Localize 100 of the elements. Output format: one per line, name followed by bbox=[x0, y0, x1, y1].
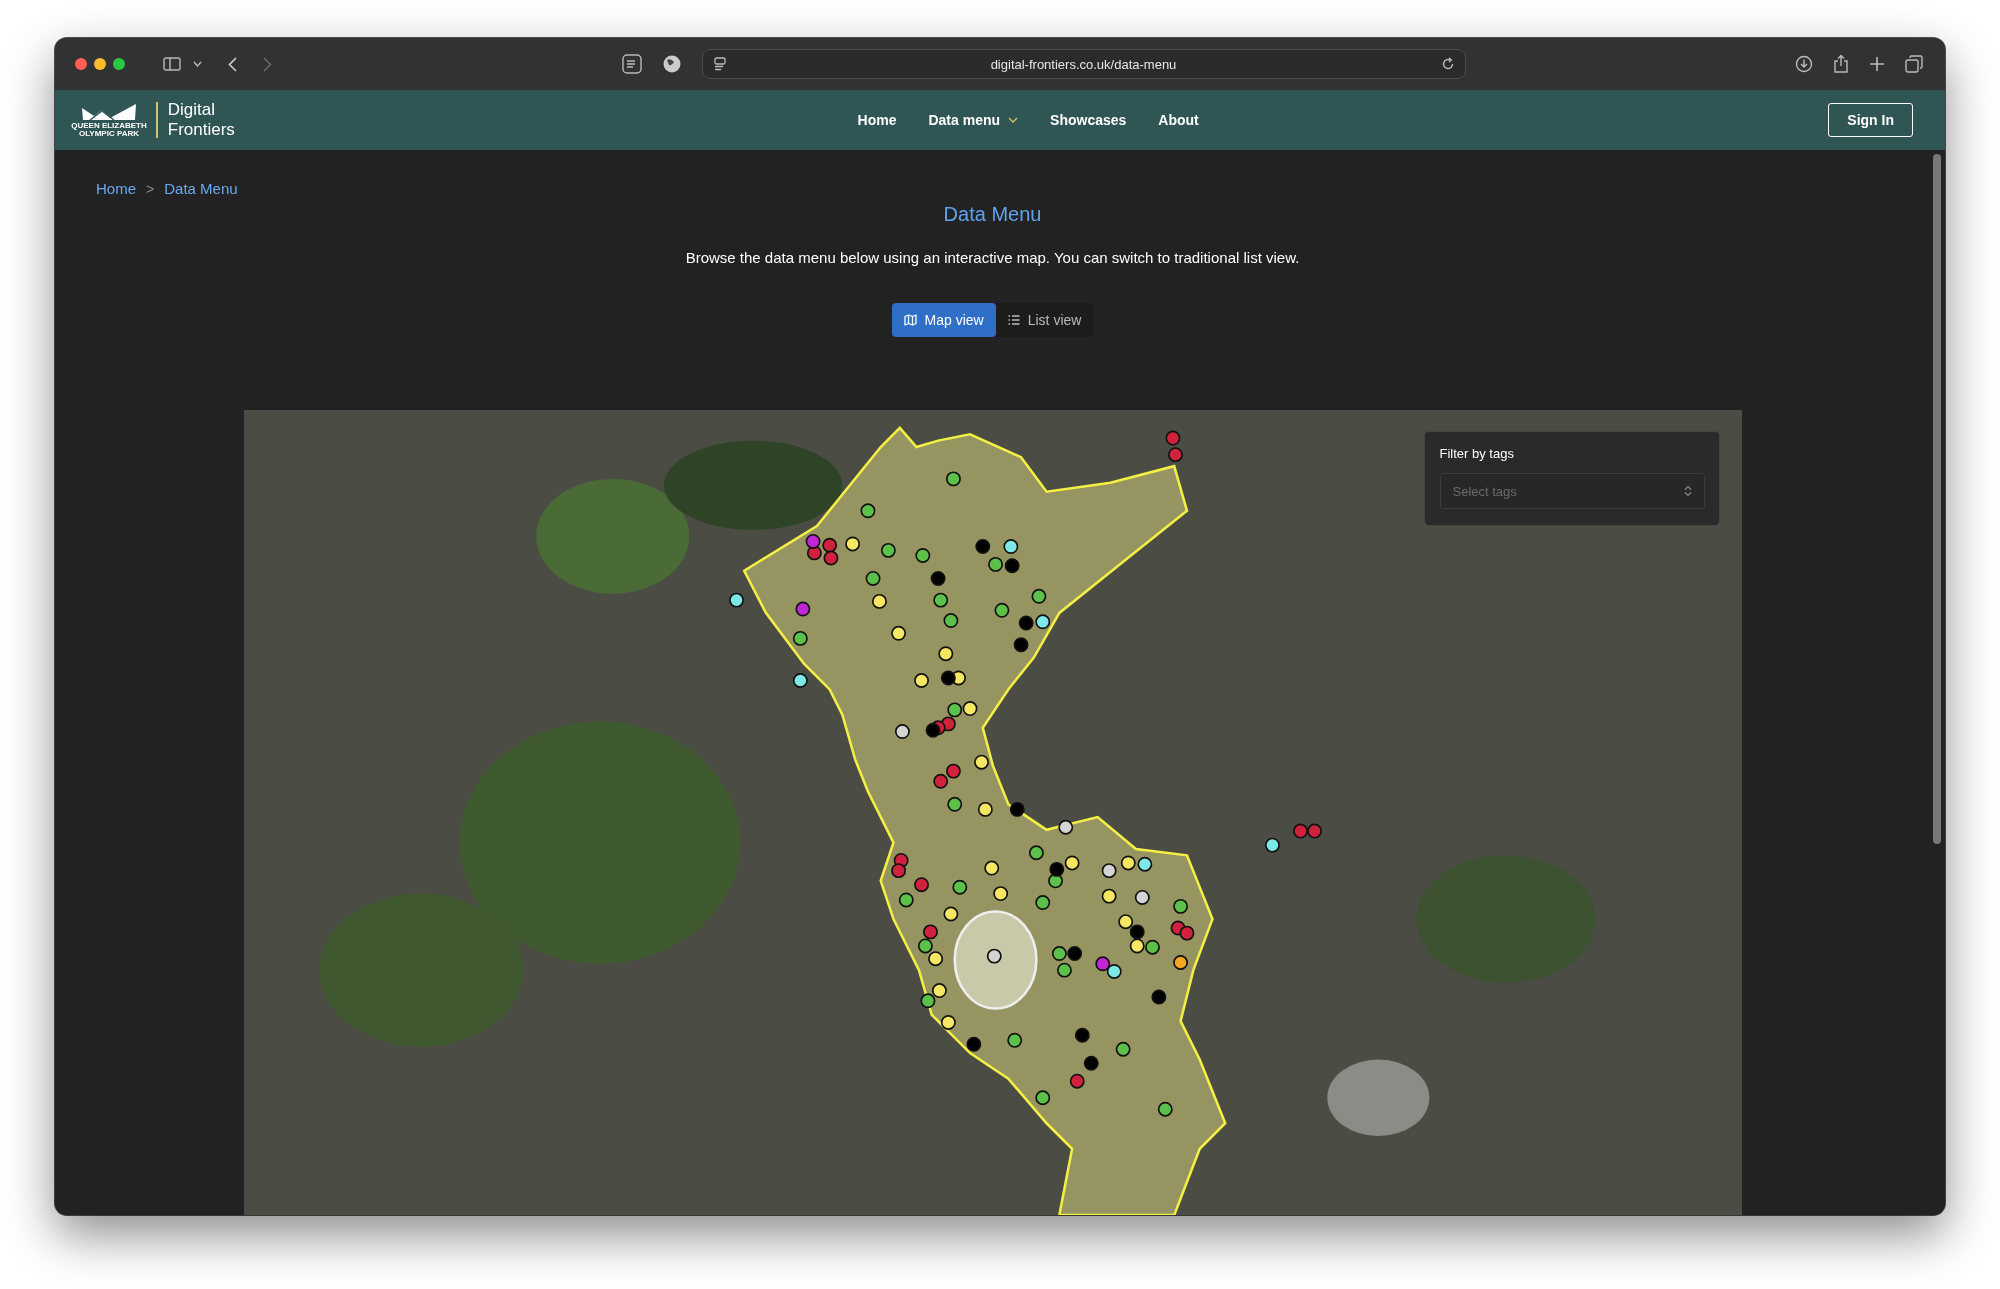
map-marker[interactable] bbox=[792, 630, 808, 646]
breadcrumb-link[interactable]: Home bbox=[96, 180, 136, 197]
map-marker[interactable] bbox=[1164, 430, 1180, 446]
map-marker[interactable] bbox=[937, 646, 953, 662]
back-icon[interactable] bbox=[228, 56, 237, 72]
close-window-button[interactable] bbox=[75, 58, 87, 70]
map-marker[interactable] bbox=[890, 625, 906, 641]
minimize-window-button[interactable] bbox=[94, 58, 106, 70]
map-marker[interactable] bbox=[983, 860, 999, 876]
map-marker[interactable] bbox=[917, 938, 933, 954]
map-marker[interactable] bbox=[1018, 615, 1034, 631]
map-marker[interactable] bbox=[919, 993, 935, 1009]
map-marker[interactable] bbox=[945, 763, 961, 779]
map-marker[interactable] bbox=[1101, 863, 1117, 879]
map-marker[interactable] bbox=[794, 601, 810, 617]
map-marker[interactable] bbox=[1034, 895, 1050, 910]
map-marker[interactable] bbox=[1144, 939, 1160, 955]
map-marker[interactable] bbox=[962, 701, 977, 717]
map-marker[interactable] bbox=[844, 536, 860, 552]
map-marker[interactable] bbox=[1051, 946, 1067, 962]
map-marker[interactable] bbox=[965, 1036, 981, 1052]
map-marker[interactable] bbox=[1074, 1027, 1090, 1043]
map-marker[interactable] bbox=[1179, 925, 1194, 941]
map-marker[interactable] bbox=[930, 570, 946, 586]
map-marker[interactable] bbox=[1136, 856, 1152, 872]
map-marker[interactable] bbox=[860, 503, 875, 519]
nav-link[interactable]: Data menu bbox=[928, 112, 1019, 128]
map-marker[interactable] bbox=[940, 1015, 956, 1030]
map-marker[interactable] bbox=[898, 892, 914, 908]
map-marker[interactable] bbox=[1120, 855, 1136, 871]
reader-icon[interactable] bbox=[621, 54, 642, 74]
page-settings-icon[interactable] bbox=[712, 57, 727, 71]
map-marker[interactable] bbox=[922, 924, 938, 940]
map-marker[interactable] bbox=[792, 673, 808, 688]
map-marker[interactable] bbox=[914, 548, 930, 563]
map-marker[interactable] bbox=[932, 773, 948, 789]
map-marker[interactable] bbox=[1264, 837, 1280, 853]
plus-icon[interactable] bbox=[1869, 56, 1885, 72]
map-marker[interactable] bbox=[951, 879, 967, 895]
map-marker[interactable] bbox=[1009, 801, 1025, 817]
map-marker[interactable] bbox=[1129, 924, 1145, 940]
map-marker[interactable] bbox=[977, 801, 993, 817]
map-marker[interactable] bbox=[1083, 1055, 1099, 1071]
map-marker[interactable] bbox=[1094, 956, 1110, 972]
tabs-overview-icon[interactable] bbox=[1905, 55, 1923, 73]
map-marker[interactable] bbox=[973, 754, 989, 770]
map-marker[interactable] bbox=[942, 906, 958, 922]
map-marker[interactable] bbox=[1034, 1090, 1050, 1106]
map-marker[interactable] bbox=[1069, 1073, 1085, 1089]
map-marker[interactable] bbox=[1115, 1041, 1131, 1057]
map-marker[interactable] bbox=[1028, 845, 1044, 861]
map-marker[interactable] bbox=[1292, 823, 1308, 839]
map-marker[interactable] bbox=[728, 592, 744, 608]
logo-icon[interactable] bbox=[80, 102, 138, 122]
nav-link[interactable]: Showcases bbox=[1050, 112, 1127, 128]
sidebar-icon[interactable] bbox=[163, 57, 181, 71]
map-marker[interactable] bbox=[1057, 819, 1073, 835]
address-bar[interactable]: digital-frontiers.co.uk/data-menu bbox=[701, 49, 1466, 79]
map-marker[interactable] bbox=[986, 948, 1002, 964]
map-marker[interactable] bbox=[1064, 855, 1080, 871]
map-marker[interactable] bbox=[865, 570, 881, 586]
map-marker[interactable] bbox=[925, 722, 940, 738]
map-marker[interactable] bbox=[1129, 938, 1145, 954]
map-marker[interactable] bbox=[1002, 539, 1018, 554]
reload-icon[interactable] bbox=[1440, 57, 1455, 71]
map-marker[interactable] bbox=[993, 602, 1009, 618]
map-marker[interactable] bbox=[1004, 558, 1020, 574]
chevron-down-icon[interactable] bbox=[193, 61, 202, 67]
download-icon[interactable] bbox=[1795, 55, 1813, 73]
nav-link[interactable]: About bbox=[1158, 112, 1199, 128]
map-marker[interactable] bbox=[821, 537, 837, 553]
map-marker[interactable] bbox=[932, 592, 948, 608]
breadcrumb-link[interactable]: Data Menu bbox=[164, 180, 238, 197]
sign-in-button[interactable]: Sign In bbox=[1828, 103, 1913, 137]
map-marker[interactable] bbox=[1066, 946, 1082, 962]
map-marker[interactable] bbox=[945, 471, 961, 487]
view-tab[interactable]: List view bbox=[995, 303, 1094, 337]
scrollbar-thumb[interactable] bbox=[1933, 154, 1941, 844]
map-marker[interactable] bbox=[1306, 823, 1322, 839]
map-marker[interactable] bbox=[1013, 637, 1029, 653]
map-marker[interactable] bbox=[913, 877, 929, 893]
map-marker[interactable] bbox=[1150, 989, 1166, 1005]
map-marker[interactable] bbox=[1106, 963, 1122, 979]
map-marker[interactable] bbox=[1006, 1032, 1022, 1048]
map-marker[interactable] bbox=[942, 613, 958, 628]
map-marker[interactable] bbox=[1056, 962, 1072, 978]
map-marker[interactable] bbox=[946, 796, 962, 812]
map-marker[interactable] bbox=[1101, 888, 1117, 904]
nav-link[interactable]: Home bbox=[857, 112, 897, 128]
map-marker[interactable] bbox=[823, 550, 838, 566]
zoom-window-button[interactable] bbox=[113, 58, 125, 70]
map-marker[interactable] bbox=[927, 951, 943, 967]
map-marker[interactable] bbox=[992, 886, 1008, 902]
map-marker[interactable] bbox=[1117, 914, 1133, 930]
globe-icon[interactable] bbox=[661, 54, 682, 74]
map-marker[interactable] bbox=[940, 670, 956, 686]
view-tab[interactable]: Map view bbox=[891, 303, 996, 337]
map-marker[interactable] bbox=[1048, 861, 1064, 877]
site-title[interactable]: Digital Frontiers bbox=[167, 100, 272, 140]
share-icon[interactable] bbox=[1833, 54, 1849, 74]
